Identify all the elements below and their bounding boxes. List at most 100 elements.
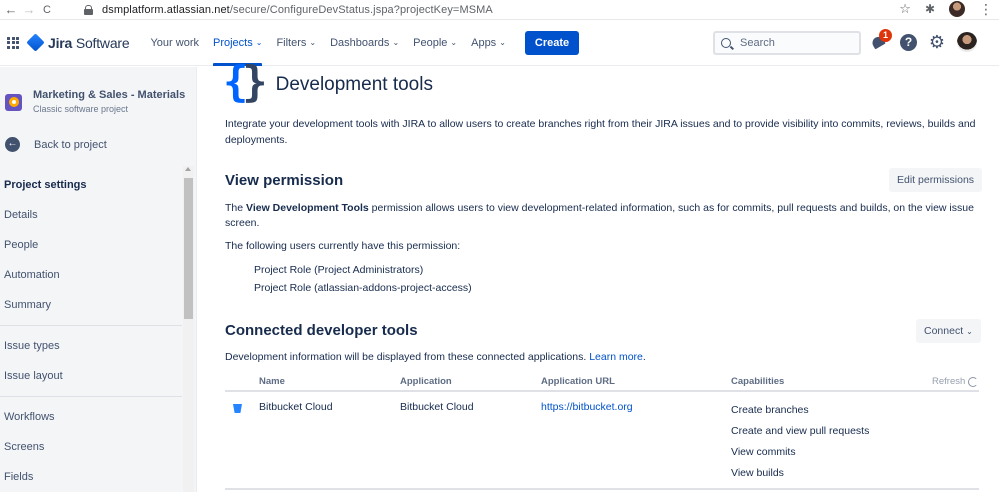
refresh-icon bbox=[968, 376, 979, 387]
perm-name: View Development Tools bbox=[246, 202, 369, 214]
browser-actions: ☆ ✱ ⋮ bbox=[899, 1, 993, 17]
sidebar-heading-project-settings: Project settings bbox=[4, 179, 87, 191]
column-header-application: Application bbox=[400, 376, 452, 387]
nav-filters[interactable]: Filters ⌄ bbox=[276, 20, 316, 66]
notification-count-badge: 1 bbox=[879, 29, 892, 42]
info-end: . bbox=[642, 351, 646, 363]
sidebar-divider bbox=[0, 325, 182, 326]
row-application: Bitbucket Cloud bbox=[400, 401, 474, 413]
nav-dashboards[interactable]: Dashboards ⌄ bbox=[330, 20, 399, 66]
connect-button[interactable]: Connect ⌄ bbox=[916, 319, 981, 343]
sidebar-item-workflows[interactable]: Workflows bbox=[0, 402, 182, 432]
jira-logo[interactable]: Jira Software bbox=[26, 33, 130, 52]
sidebar-item-details[interactable]: Details bbox=[0, 200, 182, 230]
capability-item: Create branches bbox=[731, 404, 809, 416]
row-application-url-link[interactable]: https://bitbucket.org bbox=[541, 401, 633, 413]
table-bottom-divider bbox=[225, 488, 979, 490]
chevron-down-icon: ⌄ bbox=[450, 38, 458, 47]
development-tools-icon: {} bbox=[223, 61, 268, 103]
address-bar[interactable]: dsmplatform.atlassian.net/secure/Configu… bbox=[102, 4, 493, 16]
user-avatar[interactable] bbox=[957, 32, 977, 52]
scrollbar-thumb[interactable] bbox=[184, 178, 193, 319]
project-header[interactable]: Marketing & Sales - Materials Classic so… bbox=[5, 89, 185, 114]
app-switcher-icon[interactable] bbox=[7, 36, 19, 49]
nav-your-work[interactable]: Your work bbox=[150, 20, 199, 66]
connected-tools-title: Connected developer tools bbox=[225, 322, 418, 339]
refresh-button[interactable]: Refresh bbox=[932, 376, 979, 387]
reload-icon[interactable]: C bbox=[38, 4, 56, 16]
capability-item: View commits bbox=[731, 446, 796, 458]
sidebar-divider bbox=[0, 396, 182, 397]
capability-item: Create and view pull requests bbox=[731, 425, 870, 437]
nav-label: People bbox=[413, 36, 448, 49]
nav-apps[interactable]: Apps ⌄ bbox=[471, 20, 506, 66]
permission-role: Project Role (atlassian-addons-project-a… bbox=[254, 282, 472, 294]
brand-software: Software bbox=[75, 34, 130, 51]
gear-icon[interactable]: ⚙ bbox=[928, 33, 946, 51]
permission-following-text: The following users currently have this … bbox=[225, 240, 461, 252]
chevron-down-icon: ⌄ bbox=[392, 38, 400, 47]
nav-label: Projects bbox=[213, 36, 253, 49]
project-name: Marketing & Sales - Materials bbox=[33, 89, 186, 101]
permission-description: The View Development Tools permission al… bbox=[225, 201, 980, 231]
top-right-actions: 1 ? ⚙ bbox=[869, 29, 977, 52]
settings-nav: Project settings Details People Automati… bbox=[0, 170, 182, 492]
page-title: Development tools bbox=[275, 74, 433, 95]
nav-people[interactable]: People ⌄ bbox=[413, 20, 457, 66]
brace-left: { bbox=[223, 57, 248, 106]
sidebar-item-fields[interactable]: Fields bbox=[0, 462, 182, 492]
search-icon bbox=[721, 38, 731, 48]
project-sidebar: Marketing & Sales - Materials Classic so… bbox=[0, 67, 197, 492]
create-button[interactable]: Create bbox=[524, 30, 580, 55]
sidebar-item-summary[interactable]: Summary bbox=[0, 290, 182, 320]
row-name: Bitbucket Cloud bbox=[259, 401, 333, 413]
extensions-icon[interactable]: ✱ bbox=[925, 2, 935, 16]
sidebar-item-issue-layout[interactable]: Issue layout bbox=[0, 361, 182, 391]
chevron-down-icon: ⌄ bbox=[309, 38, 317, 47]
search-input[interactable] bbox=[740, 37, 850, 49]
search-box[interactable] bbox=[713, 31, 861, 55]
scroll-up-arrow-icon[interactable] bbox=[185, 167, 191, 171]
project-avatar-icon bbox=[5, 94, 22, 111]
nav-label: Filters bbox=[276, 36, 307, 49]
edit-permissions-button[interactable]: Edit permissions bbox=[889, 168, 983, 192]
url-host: dsmplatform.atlassian.net bbox=[102, 3, 230, 16]
column-header-url: Application URL bbox=[541, 376, 615, 387]
back-arrow-icon[interactable]: ← bbox=[2, 2, 20, 17]
page-header: {} Development tools bbox=[223, 61, 433, 103]
intro-text: Integrate your development tools with JI… bbox=[225, 118, 976, 146]
chevron-down-icon: ⌄ bbox=[499, 38, 506, 47]
browser-menu-icon[interactable]: ⋮ bbox=[979, 2, 993, 16]
sidebar-item-screens[interactable]: Screens bbox=[0, 432, 182, 462]
bookmark-star-icon[interactable]: ☆ bbox=[899, 1, 911, 17]
nav-label: Apps bbox=[471, 36, 497, 49]
connect-label: Connect bbox=[924, 325, 964, 337]
browser-profile-avatar[interactable] bbox=[949, 1, 965, 17]
sidebar-item-issue-types[interactable]: Issue types bbox=[0, 331, 182, 361]
column-header-capabilities: Capabilities bbox=[731, 376, 785, 387]
sidebar-item-people[interactable]: People bbox=[0, 230, 182, 260]
browser-toolbar: ← → C dsmplatform.atlassian.net/secure/C… bbox=[0, 0, 999, 20]
table-header-divider bbox=[225, 390, 979, 392]
help-icon[interactable]: ? bbox=[900, 33, 917, 51]
jira-wordmark: Jira Software bbox=[48, 34, 130, 51]
capability-item: View builds bbox=[731, 467, 784, 479]
brand-jira: Jira bbox=[48, 34, 73, 51]
brace-right: } bbox=[242, 57, 267, 106]
sidebar-scrollbar[interactable] bbox=[183, 166, 194, 492]
sidebar-item-automation[interactable]: Automation bbox=[0, 260, 182, 290]
back-arrow-icon: ← bbox=[5, 137, 20, 152]
url-path: /secure/ConfigureDevStatus.jspa?projectK… bbox=[229, 3, 493, 16]
view-permission-title: View permission bbox=[225, 172, 344, 189]
permission-role: Project Role (Project Administrators) bbox=[254, 264, 424, 276]
forward-arrow-icon[interactable]: → bbox=[20, 2, 38, 17]
back-to-project-link[interactable]: ← Back to project bbox=[5, 137, 107, 152]
info-text: Development information will be displaye… bbox=[225, 351, 587, 363]
project-type: Classic software project bbox=[33, 104, 129, 114]
learn-more-link[interactable]: Learn more bbox=[589, 351, 643, 363]
notifications-button[interactable]: 1 bbox=[869, 29, 892, 52]
back-to-project-label: Back to project bbox=[34, 138, 107, 151]
chevron-down-icon: ⌄ bbox=[966, 327, 973, 336]
nav-label: Your work bbox=[150, 36, 199, 49]
refresh-label: Refresh bbox=[932, 376, 966, 387]
